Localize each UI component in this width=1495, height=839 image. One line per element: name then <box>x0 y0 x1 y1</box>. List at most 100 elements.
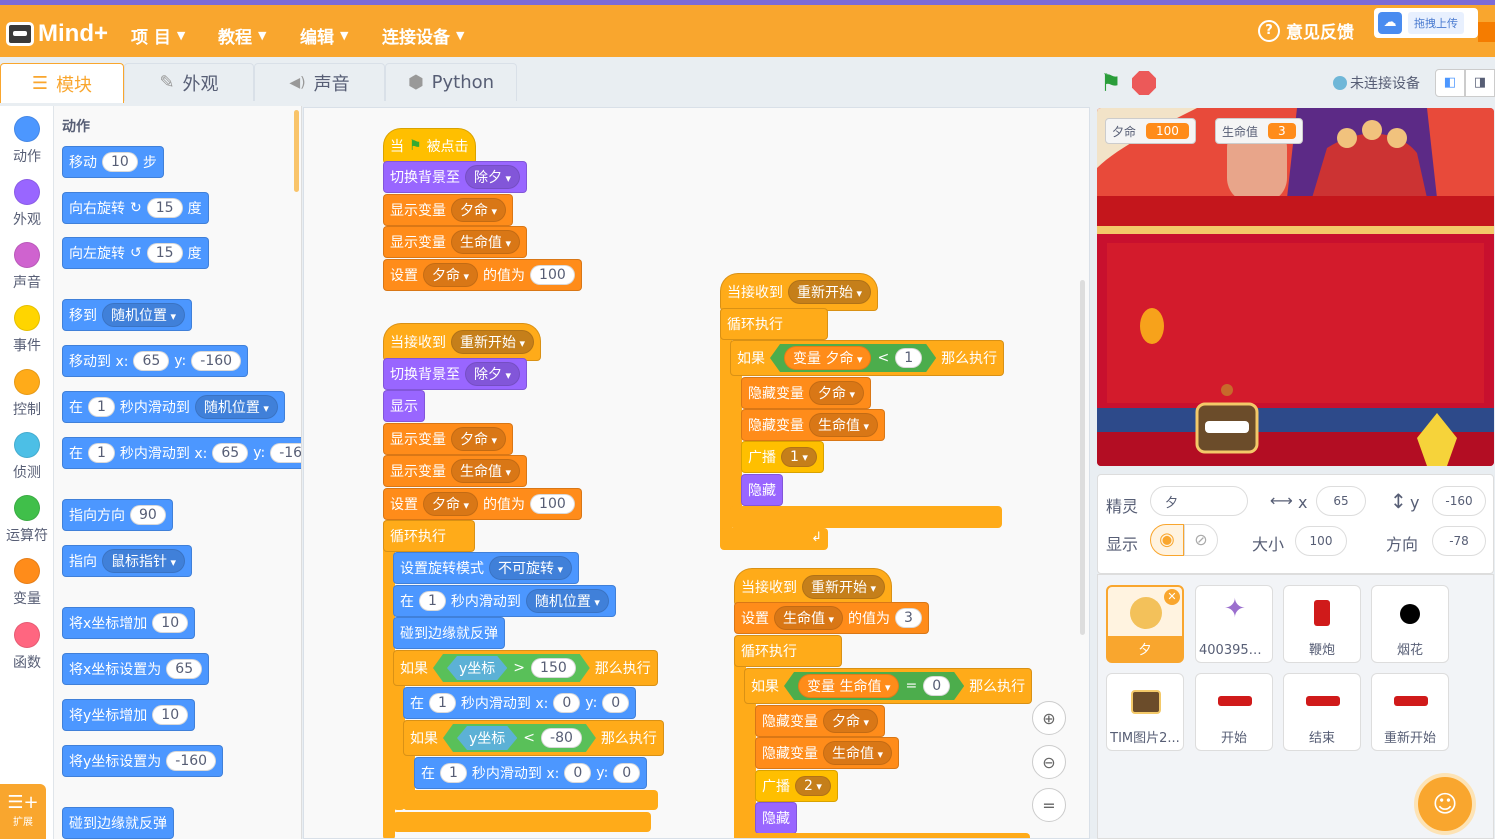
dropdown[interactable]: 重新开始 <box>788 280 872 304</box>
reporter-y-position[interactable]: y坐标 <box>457 726 517 750</box>
dropdown[interactable]: 夕命 <box>451 427 507 451</box>
block-set-x[interactable]: 将x坐标设置为 65 <box>62 653 210 685</box>
reporter-variable[interactable]: 变量 夕命 <box>784 346 871 370</box>
palette-scrollbar[interactable] <box>294 110 299 192</box>
dropdown[interactable]: 生命值 <box>823 741 893 765</box>
category-motion[interactable]: 动作 <box>0 116 54 166</box>
zoom-reset-button[interactable]: = <box>1032 788 1066 822</box>
number-input[interactable]: -80 <box>541 728 582 748</box>
small-stage-icon[interactable]: ◧ <box>1435 69 1465 97</box>
sprite-thumb[interactable]: ✦ 4003957... <box>1195 585 1273 663</box>
number-input[interactable]: 0 <box>553 693 581 713</box>
number-input[interactable]: 65 <box>133 351 170 371</box>
number-input[interactable]: 0 <box>613 763 641 783</box>
upload-drop-zone[interactable]: ☁ 拖拽上传 <box>1374 8 1478 38</box>
dropdown[interactable]: 2 <box>795 776 831 796</box>
extension-button[interactable]: ☰+ 扩展 <box>0 784 46 839</box>
sprite-thumb[interactable]: 重新开始 <box>1371 673 1449 751</box>
tab-looks[interactable]: ✎ 外观 <box>124 63 254 101</box>
number-input[interactable]: 10 <box>152 705 189 725</box>
number-input[interactable]: 0 <box>564 763 592 783</box>
reporter-variable[interactable]: 变量 生命值 <box>798 674 899 698</box>
block-switch-backdrop[interactable]: 切换背景至 除夕 <box>383 358 528 390</box>
number-input[interactable]: 1 <box>88 397 115 417</box>
tab-python[interactable]: ⬢ Python <box>385 63 517 101</box>
category-events[interactable]: 事件 <box>0 305 54 355</box>
block-hide[interactable]: 隐藏 <box>755 802 797 834</box>
number-input[interactable]: 1 <box>440 763 467 783</box>
block-turn-left[interactable]: 向左旋转 ↺ 15 度 <box>62 237 209 269</box>
block-set-variable[interactable]: 设置夕命的值为100 <box>383 259 582 291</box>
block-show-variable[interactable]: 显示变量 生命值 <box>383 226 528 258</box>
sprite-name-input[interactable]: 夕 <box>1150 486 1248 516</box>
number-input[interactable]: 0 <box>923 676 950 696</box>
stop-icon[interactable] <box>1132 71 1156 95</box>
dropdown[interactable]: 除夕 <box>465 165 521 189</box>
large-stage-icon[interactable]: ◨ <box>1465 69 1495 97</box>
sprite-thumb[interactable]: 结束 <box>1283 673 1361 751</box>
block-goto-xy[interactable]: 移动到 x: 65 y: -160 <box>62 345 249 377</box>
dropdown[interactable]: 夕命 <box>423 492 479 516</box>
number-input[interactable]: -160 <box>166 751 217 771</box>
block-show-variable[interactable]: 显示变量 生命值 <box>383 455 528 487</box>
direction-input[interactable]: -78 <box>1432 526 1486 556</box>
block-glide-xy[interactable]: 在1秒内滑动到 x:65y:-160 <box>62 437 301 469</box>
number-input[interactable]: 100 <box>530 265 575 285</box>
number-input[interactable]: 15 <box>146 198 183 218</box>
menu-tutorial[interactable]: 教程 ▼ <box>218 23 266 48</box>
block-hide-variable[interactable]: 隐藏变量 夕命 <box>755 705 886 737</box>
menu-connect-device[interactable]: 连接设备 ▼ <box>382 23 464 48</box>
block-point-towards[interactable]: 指向 鼠标指针 <box>62 545 193 577</box>
block-when-flag-clicked[interactable]: 当 ⚑ 被点击 <box>383 128 476 164</box>
block-glide-xy[interactable]: 在 1 秒内滑动到 x: 0 y: 0 <box>414 757 648 789</box>
sprite-thumb[interactable]: 鞭炮 <box>1283 585 1361 663</box>
number-input[interactable]: 15 <box>146 243 183 263</box>
feedback-button[interactable]: ? 意见反馈 <box>1258 18 1354 43</box>
block-forever[interactable]: 循环执行 <box>734 635 842 667</box>
dropdown[interactable]: 随机位置 <box>194 395 278 419</box>
dropdown[interactable]: 随机位置 <box>102 303 186 327</box>
condition-greater[interactable]: y坐标 >150 <box>433 654 590 682</box>
block-forever[interactable]: 循环执行 <box>383 520 475 552</box>
dropdown[interactable]: 生命值 <box>451 230 521 254</box>
number-input[interactable]: 1 <box>429 693 456 713</box>
number-input[interactable]: -160 <box>270 443 301 463</box>
number-input[interactable]: 1 <box>88 443 115 463</box>
block-set-y[interactable]: 将y坐标设置为 -160 <box>62 745 224 777</box>
sprite-thumb[interactable]: 烟花 <box>1371 585 1449 663</box>
sprite-thumb[interactable]: ✕ 夕 <box>1106 585 1184 663</box>
y-input[interactable]: -160 <box>1432 486 1486 516</box>
menu-edit[interactable]: 编辑 ▼ <box>300 23 348 48</box>
dropdown[interactable]: 生命值 <box>809 413 879 437</box>
condition-equals[interactable]: 变量 生命值=0 <box>784 672 964 700</box>
visible-eye-icon[interactable]: ◉ <box>1150 524 1184 556</box>
dropdown[interactable]: 生命值 <box>451 459 521 483</box>
category-control[interactable]: 控制 <box>0 369 54 419</box>
condition-less[interactable]: 变量 夕命<1 <box>770 344 936 372</box>
block-switch-backdrop[interactable]: 切换背景至 除夕 <box>383 161 528 193</box>
block-change-x[interactable]: 将x坐标增加 10 <box>62 607 196 639</box>
block-bounce[interactable]: 碰到边缘就反弹 <box>62 807 174 839</box>
block-when-receive[interactable]: 当接收到 重新开始 <box>734 568 893 606</box>
block-set-variable[interactable]: 设置夕命的值为100 <box>383 488 582 520</box>
number-input[interactable]: 100 <box>530 494 575 514</box>
tab-blocks[interactable]: ☰ 模块 <box>0 63 124 103</box>
number-input[interactable]: 1 <box>895 348 922 368</box>
block-glide-to[interactable]: 在 1 秒内滑动到 随机位置 <box>393 585 616 617</box>
number-input[interactable]: 0 <box>602 693 630 713</box>
block-if-then[interactable]: 如果 y坐标 < -80 那么执行 <box>403 720 664 756</box>
block-turn-right[interactable]: 向右旋转 ↻ 15 度 <box>62 192 209 224</box>
zoom-out-button[interactable]: ⊖ <box>1032 745 1066 779</box>
block-hide-variable[interactable]: 隐藏变量 生命值 <box>755 737 900 769</box>
sprite-thumb[interactable]: TIM图片2... <box>1106 673 1184 751</box>
number-input[interactable]: 1 <box>419 591 446 611</box>
dropdown[interactable]: 不可旋转 <box>489 556 573 580</box>
dropdown[interactable]: 重新开始 <box>802 575 886 599</box>
number-input[interactable]: -160 <box>191 351 242 371</box>
block-bounce[interactable]: 碰到边缘就反弹 <box>393 617 505 649</box>
menu-project[interactable]: 项 目 ▼ <box>131 23 185 48</box>
block-broadcast[interactable]: 广播 1 <box>741 441 824 473</box>
block-change-y[interactable]: 将y坐标增加 10 <box>62 699 196 731</box>
category-variables[interactable]: 变量 <box>0 558 54 608</box>
category-functions[interactable]: 函数 <box>0 622 54 672</box>
